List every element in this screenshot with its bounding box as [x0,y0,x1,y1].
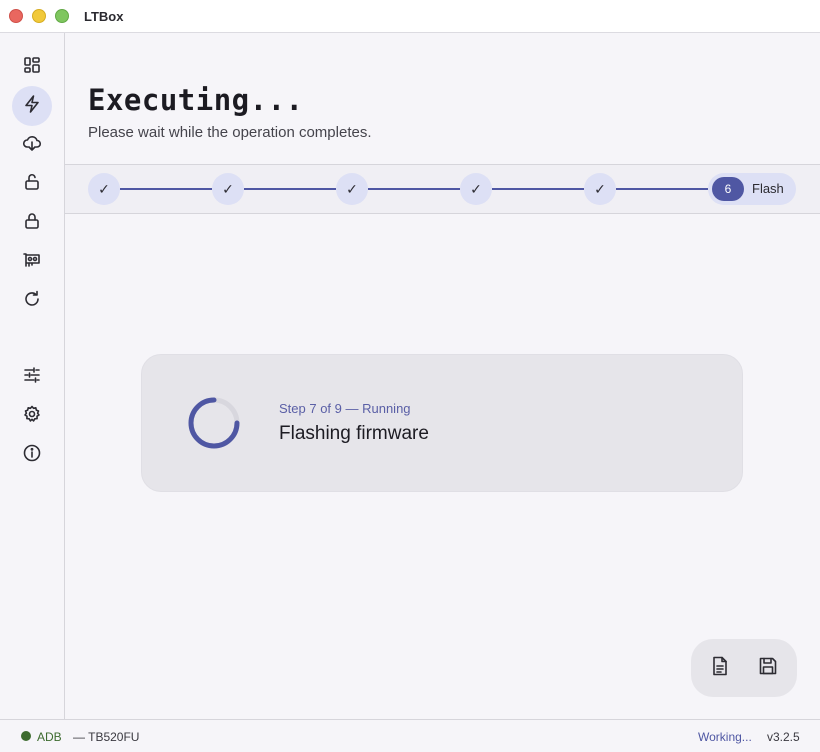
minimize-window-button[interactable] [32,9,46,23]
document-icon [709,655,731,682]
sidebar-item-device[interactable] [12,242,52,282]
dashboard-icon [22,55,42,80]
progress-step-meta: Step 7 of 9 — Running [279,401,411,416]
check-icon: ✓ [594,180,606,197]
step-connector [368,188,460,190]
title-bar: LTBox [0,0,820,33]
sidebar-item-flash[interactable] [12,86,52,126]
status-state: Working... [698,730,752,744]
flash-icon [22,94,42,119]
stepper: ✓ ✓ ✓ ✓ ✓ 6 Flash [65,164,820,214]
sidebar-item-tune[interactable] [12,357,52,397]
sidebar-item-settings[interactable] [12,396,52,436]
step-5-completed: ✓ [584,173,616,205]
page-title: Executing... [88,83,304,117]
progress-spinner [188,397,240,449]
step-connector [492,188,584,190]
save-log-button[interactable] [748,648,788,688]
close-window-button[interactable] [9,9,23,23]
sidebar-item-info[interactable] [12,435,52,475]
step-connector [120,188,212,190]
app-title: LTBox [84,9,124,24]
tune-icon [22,365,42,390]
check-icon: ✓ [470,180,482,197]
sidebar [0,33,65,719]
app-version: v3.2.5 [767,730,800,744]
sidebar-item-download[interactable] [12,125,52,165]
sidebar-item-lock[interactable] [12,203,52,243]
sidebar-item-refresh[interactable] [12,281,52,321]
connection-mode: ADB [37,730,62,744]
unlock-icon [22,172,42,197]
step-6-active: 6 Flash [708,173,796,205]
step-connector [244,188,336,190]
sidebar-item-dashboard[interactable] [12,47,52,87]
refresh-icon [22,289,42,314]
download-icon [22,133,42,158]
step-connector [616,188,708,190]
status-bar: ADB — TB520FU Working... v3.2.5 [0,719,820,752]
progress-task-label: Flashing firmware [279,423,429,444]
device-name: — TB520FU [73,730,140,744]
sidebar-item-unlock[interactable] [12,164,52,204]
step-3-completed: ✓ [336,173,368,205]
info-icon [22,443,42,468]
page-subtitle: Please wait while the operation complete… [88,124,372,141]
step-2-completed: ✓ [212,173,244,205]
step-1-completed: ✓ [88,173,120,205]
check-icon: ✓ [346,180,358,197]
check-icon: ✓ [98,180,110,197]
main-content: Executing... Please wait while the opera… [65,33,820,719]
step-number: 6 [712,177,744,201]
lock-icon [22,211,42,236]
settings-icon [22,404,42,429]
progress-card: Step 7 of 9 — Running Flashing firmware [141,354,743,492]
save-icon [757,655,779,682]
device-icon [22,250,42,275]
view-log-button[interactable] [700,648,740,688]
connection-status-dot [21,731,31,741]
action-button-group [691,639,797,697]
check-icon: ✓ [222,180,234,197]
maximize-window-button[interactable] [55,9,69,23]
page-header: Executing... Please wait while the opera… [65,33,820,165]
step-label: Flash [752,181,784,196]
step-4-completed: ✓ [460,173,492,205]
